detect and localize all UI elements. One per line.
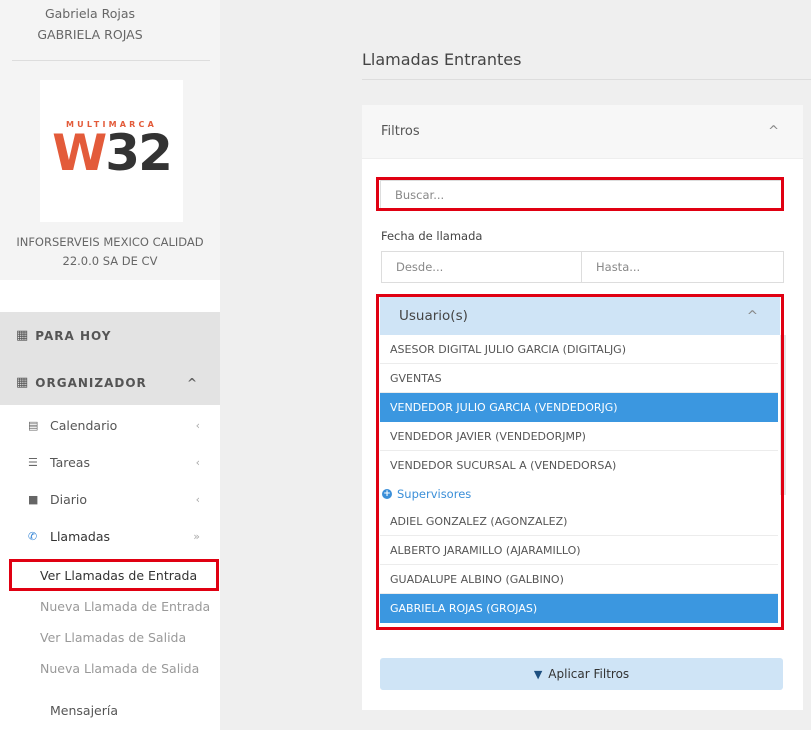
sidebar-subitem-nueva-llamada-entrada[interactable]: Nueva Llamada de Entrada (0, 591, 220, 622)
spacer (0, 280, 220, 312)
sidebar: Gabriela Rojas GABRIELA ROJAS MULTIMARCA… (0, 0, 220, 730)
sidebar-subitem-nueva-llamada-salida[interactable]: Nueva Llamada de Salida (0, 653, 220, 684)
sidebar-item-label: Tareas (50, 454, 90, 470)
user-username: GABRIELA ROJAS (37, 27, 143, 42)
company-name: INFORSERVEIS MEXICO CALIDAD 22.0.0 SA DE… (16, 235, 204, 268)
divider (12, 60, 210, 61)
sidebar-item-calendario[interactable]: ▤ Calendario ‹ (0, 407, 220, 443)
sidebar-item-mensajeria[interactable]: Mensajería (0, 690, 220, 730)
filters-header-label: Filtros (381, 124, 420, 139)
page-title: Llamadas Entrantes (362, 50, 522, 69)
sidebar-item-llamadas[interactable]: ✆ Llamadas » (0, 518, 220, 554)
date-from-input[interactable]: Desde... (381, 251, 582, 283)
apply-filters-label: Aplicar Filtros (548, 667, 630, 681)
highlight-box (376, 294, 784, 630)
sidebar-subitem-ver-llamadas-salida[interactable]: Ver Llamadas de Salida (0, 622, 220, 653)
title-divider (362, 79, 811, 80)
grid-icon: ▦ (16, 375, 30, 390)
nav-organizador-label: ORGANIZADOR (35, 375, 147, 390)
nav-para-hoy-label: PARA HOY (35, 328, 112, 343)
company-logo: MULTIMARCA W32 (40, 80, 183, 222)
nav-para-hoy[interactable]: ▦ PARA HOY (0, 312, 220, 359)
chevron-left-icon: ‹ (195, 455, 200, 469)
date-to-input[interactable]: Hasta... (581, 251, 784, 283)
sidebar-item-tareas[interactable]: ☰ Tareas ‹ (0, 444, 220, 480)
calendar-day-icon: ▦ (16, 328, 30, 343)
calendar-icon: ▤ (28, 418, 39, 432)
phone-icon: ✆ (28, 529, 38, 543)
user-display-name: Gabriela Rojas (44, 6, 136, 21)
filter-icon: ▼ (533, 667, 543, 681)
filters-header[interactable]: Filtros ^ (362, 105, 803, 159)
book-icon: ■ (28, 492, 39, 506)
nav-organizador[interactable]: ▦ ORGANIZADOR ^ (0, 359, 220, 406)
date-label: Fecha de llamada (381, 229, 483, 243)
chevron-left-icon: ‹ (195, 418, 200, 432)
highlight-box (9, 559, 219, 591)
tasks-icon: ☰ (28, 455, 38, 469)
sidebar-item-label: Llamadas (50, 528, 111, 544)
sidebar-item-label: Diario (50, 491, 88, 507)
chevron-up-icon: ^ (768, 124, 779, 139)
highlight-box (376, 177, 784, 211)
sidebar-item-label: Calendario (50, 417, 118, 433)
logo-mark: W32 (52, 123, 173, 182)
chevron-double-down-icon: » (193, 529, 200, 543)
chevron-left-icon: ‹ (195, 492, 200, 506)
sidebar-item-diario[interactable]: ■ Diario ‹ (0, 481, 220, 517)
chevron-up-icon: ^ (186, 375, 198, 390)
apply-filters-button[interactable]: ▼ Aplicar Filtros (380, 658, 783, 690)
